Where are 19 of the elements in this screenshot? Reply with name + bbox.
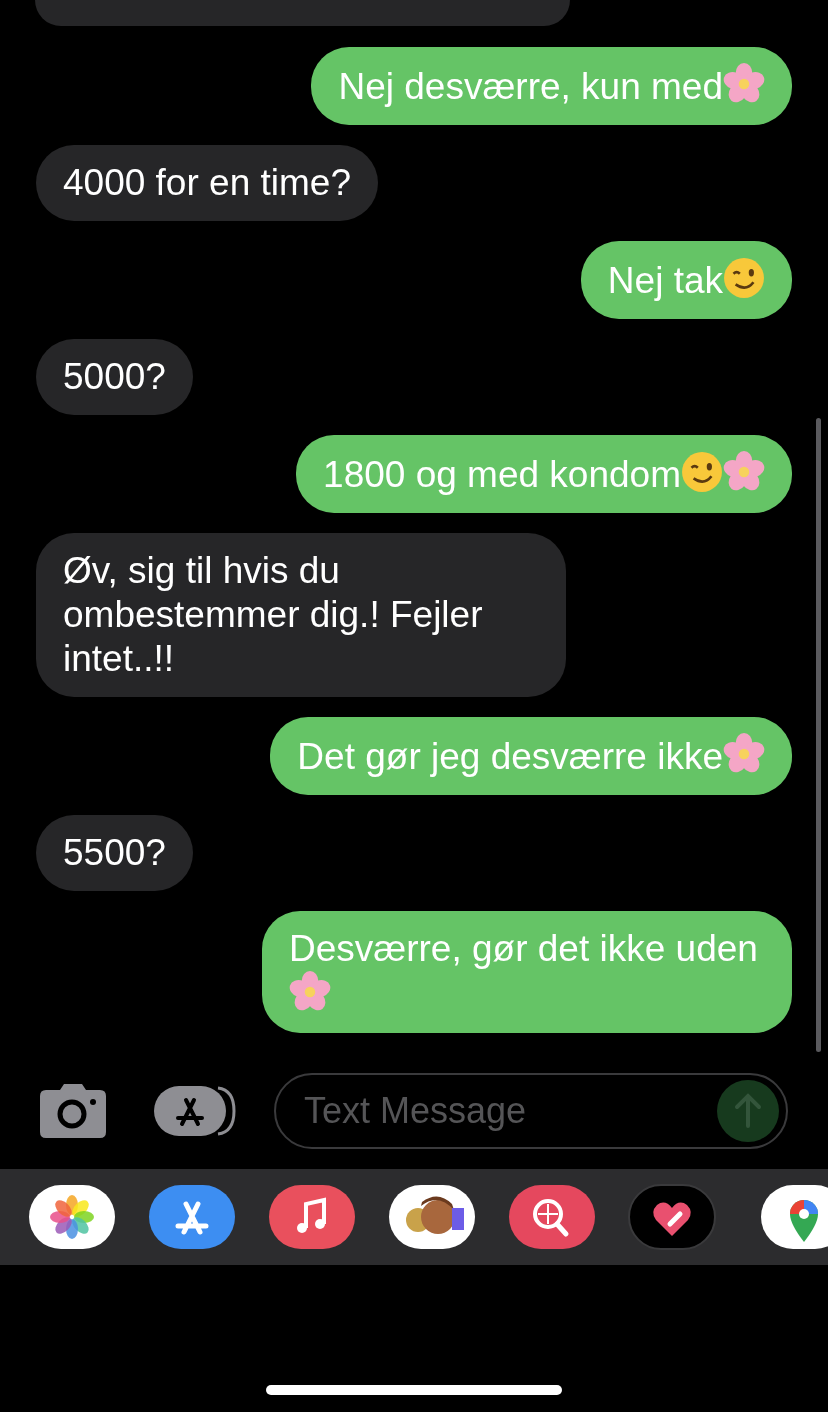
blossom-icon: [723, 733, 765, 775]
message-bubble: 5000?: [36, 339, 193, 415]
text-message-field[interactable]: Text Message: [274, 1073, 788, 1149]
map-pin-icon[interactable]: [760, 1184, 828, 1250]
blossom-icon: [723, 63, 765, 105]
message-bubble: Øv, sig til hvis du ombestemmer dig.! Fejler intet..!!: [36, 533, 566, 697]
message-bubble: 5500?: [36, 815, 193, 891]
message-bubble: Desværre, gør det ikke uden: [262, 911, 792, 1033]
message-bubble: 4000 for en time?: [36, 145, 378, 221]
winking-face-icon: [681, 451, 723, 493]
blossom-icon: [723, 451, 765, 493]
blossom-icon: [289, 971, 331, 1013]
message-bubble: Nej tak: [580, 241, 792, 319]
message-bubble: 1800 og med kondom: [296, 435, 792, 513]
message-bubble: Det gør jeg desværre ikke: [270, 717, 792, 795]
winking-face-icon: [723, 257, 765, 299]
app-store-icon[interactable]: [154, 1086, 236, 1136]
message-bubble: Nej desværre, kun med: [311, 47, 792, 125]
camera-icon[interactable]: [40, 1084, 106, 1138]
